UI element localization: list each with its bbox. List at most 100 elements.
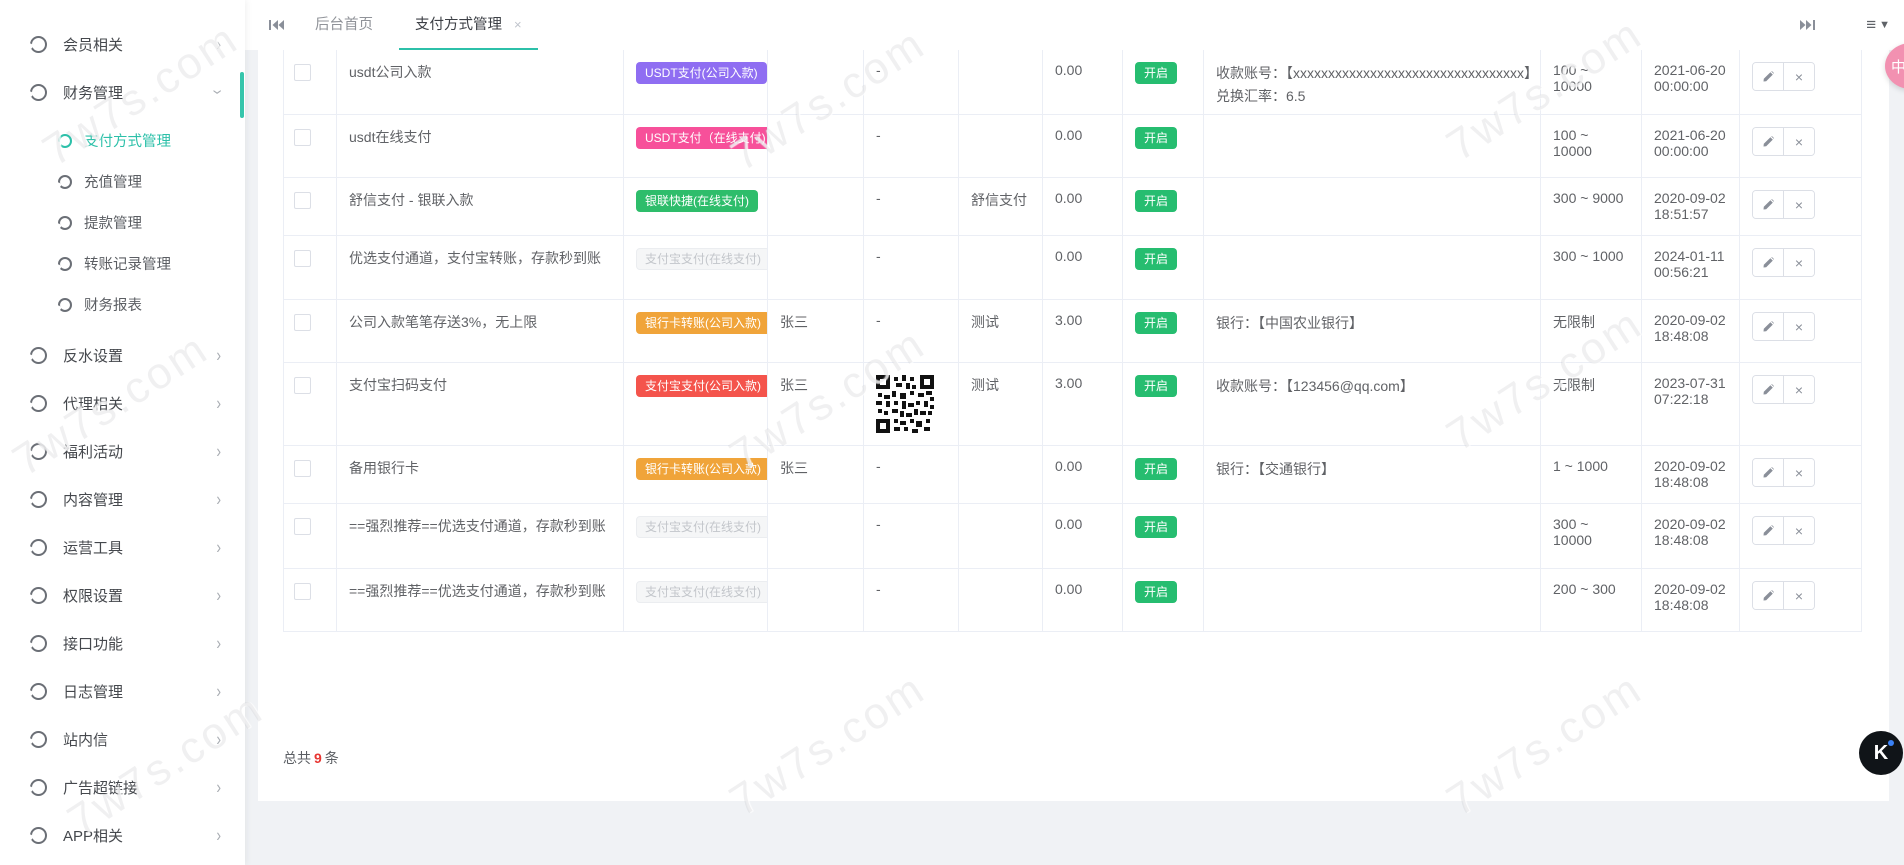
status-badge[interactable]: 开启 [1135,127,1177,149]
translate-label: 中 [1891,56,1904,77]
edit-button[interactable] [1753,249,1783,276]
delete-button[interactable]: × [1783,128,1814,155]
sidebar-scrollbar-thumb[interactable] [240,72,244,118]
app-root: 会员相关›财务管理›支付方式管理充值管理提款管理转账记录管理财务报表反水设置›代… [0,0,1904,865]
scroll-tabs-right-icon[interactable] [1794,12,1820,38]
cell-account [1204,115,1541,178]
cell-select [284,300,337,363]
cell-qrcode [864,363,959,446]
cell-select [284,178,337,236]
row-checkbox[interactable] [294,250,311,267]
circle-icon [30,683,47,700]
scroll-tabs-left-icon[interactable] [263,12,289,38]
row-checkbox[interactable] [294,377,311,394]
row-checkbox[interactable] [294,129,311,146]
sidebar-item-5[interactable]: 内容管理› [0,475,245,523]
sidebar-item-10[interactable]: 站内信› [0,715,245,763]
delete-button[interactable]: × [1783,63,1814,90]
sidebar-item-1[interactable]: 财务管理› [0,68,245,116]
sidebar-subitem-label: 充值管理 [84,171,142,192]
row-checkbox[interactable] [294,460,311,477]
sidebar-subitem-0[interactable]: 支付方式管理 [0,120,245,161]
cell-name: 优选支付通道，支付宝转账，存款秒到账 [337,236,624,300]
sidebar-item-7[interactable]: 权限设置› [0,571,245,619]
tab-home[interactable]: 后台首页 [299,0,389,50]
delete-button[interactable]: × [1783,376,1814,403]
cell-qrcode: - [864,50,959,115]
row-checkbox[interactable] [294,518,311,535]
cell-qrcode: - [864,446,959,504]
sidebar-subitem-label: 转账记录管理 [84,253,171,274]
cell-select [284,236,337,300]
status-badge[interactable]: 开启 [1135,458,1177,480]
circle-icon [30,539,47,556]
sidebar-item-6[interactable]: 运营工具› [0,523,245,571]
circle-icon [58,216,72,230]
sidebar-item-3[interactable]: 代理相关› [0,379,245,427]
sidebar-subitem-4[interactable]: 财务报表 [0,284,245,325]
row-checkbox[interactable] [294,64,311,81]
sidebar-item-12[interactable]: APP相关› [0,811,245,859]
delete-button[interactable]: × [1783,459,1814,486]
sidebar-subitem-2[interactable]: 提款管理 [0,202,245,243]
edit-button[interactable] [1753,191,1783,218]
chevron-right-icon: › [216,681,221,702]
edit-button[interactable] [1753,313,1783,340]
sidebar-subitem-3[interactable]: 转账记录管理 [0,243,245,284]
cell-name: 备用银行卡 [337,446,624,504]
edit-button[interactable] [1753,459,1783,486]
circle-icon [30,395,47,412]
delete-button[interactable]: × [1783,313,1814,340]
payment-type-badge: 支付宝支付(公司入款) [636,375,768,397]
status-badge[interactable]: 开启 [1135,248,1177,270]
cell-date: 2020-09-02 18:48:08 [1642,504,1740,569]
delete-button[interactable]: × [1783,191,1814,218]
table-row: ==强烈推荐==优选支付通道，存款秒到账支付宝支付(在线支付)-0.00开启30… [284,504,1862,569]
row-checkbox[interactable] [294,314,311,331]
cell-account [1204,236,1541,300]
sidebar-subitem-1[interactable]: 充值管理 [0,161,245,202]
delete-button[interactable]: × [1783,517,1814,544]
sidebar-item-0[interactable]: 会员相关› [0,20,245,68]
close-icon: × [1795,319,1803,335]
status-badge[interactable]: 开启 [1135,62,1177,84]
cell-name: 公司入款笔笔存送3%，无上限 [337,300,624,363]
close-icon: × [1795,523,1803,539]
account-line: 收款账号：【xxxxxxxxxxxxxxxxxxxxxxxxxxxxxxxxx】 [1216,62,1530,85]
status-badge[interactable]: 开启 [1135,190,1177,212]
delete-button[interactable]: × [1783,249,1814,276]
status-badge[interactable]: 开启 [1135,516,1177,538]
chevron-right-icon: › [216,825,221,846]
sidebar-item-4[interactable]: 福利活动› [0,427,245,475]
edit-button[interactable] [1753,582,1783,609]
sidebar-item-11[interactable]: 广告超链接› [0,763,245,811]
status-badge[interactable]: 开启 [1135,312,1177,334]
cell-type: 支付宝支付(在线支付) [624,569,768,632]
sidebar-item-9[interactable]: 日志管理› [0,667,245,715]
status-badge[interactable]: 开启 [1135,581,1177,603]
k-floating-button[interactable]: K [1859,731,1903,775]
row-checkbox[interactable] [294,192,311,209]
status-badge[interactable]: 开启 [1135,375,1177,397]
tab-close-icon[interactable]: × [514,17,522,32]
delete-button[interactable]: × [1783,582,1814,609]
circle-icon [58,175,72,189]
cell-limit: 300 ~ 1000 [1541,236,1642,300]
row-checkbox[interactable] [294,583,311,600]
sidebar-item-2[interactable]: 反水设置› [0,331,245,379]
cell-name: usdt在线支付 [337,115,624,178]
cell-person [768,569,864,632]
sidebar-item-label: 代理相关 [63,393,216,414]
edit-button[interactable] [1753,63,1783,90]
chevron-down-icon: ▼ [1879,19,1890,31]
tab-payment-methods[interactable]: 支付方式管理× [399,0,538,50]
edit-button[interactable] [1753,128,1783,155]
sidebar-item-8[interactable]: 接口功能› [0,619,245,667]
edit-button[interactable] [1753,376,1783,403]
sidebar-subitem-label: 提款管理 [84,212,142,233]
cell-remark: 测试 [959,363,1043,446]
cell-date: 2020-09-02 18:48:08 [1642,569,1740,632]
edit-button[interactable] [1753,517,1783,544]
cell-limit: 200 ~ 300 [1541,569,1642,632]
tab-options-menu[interactable]: ≡▼ [1866,15,1890,35]
